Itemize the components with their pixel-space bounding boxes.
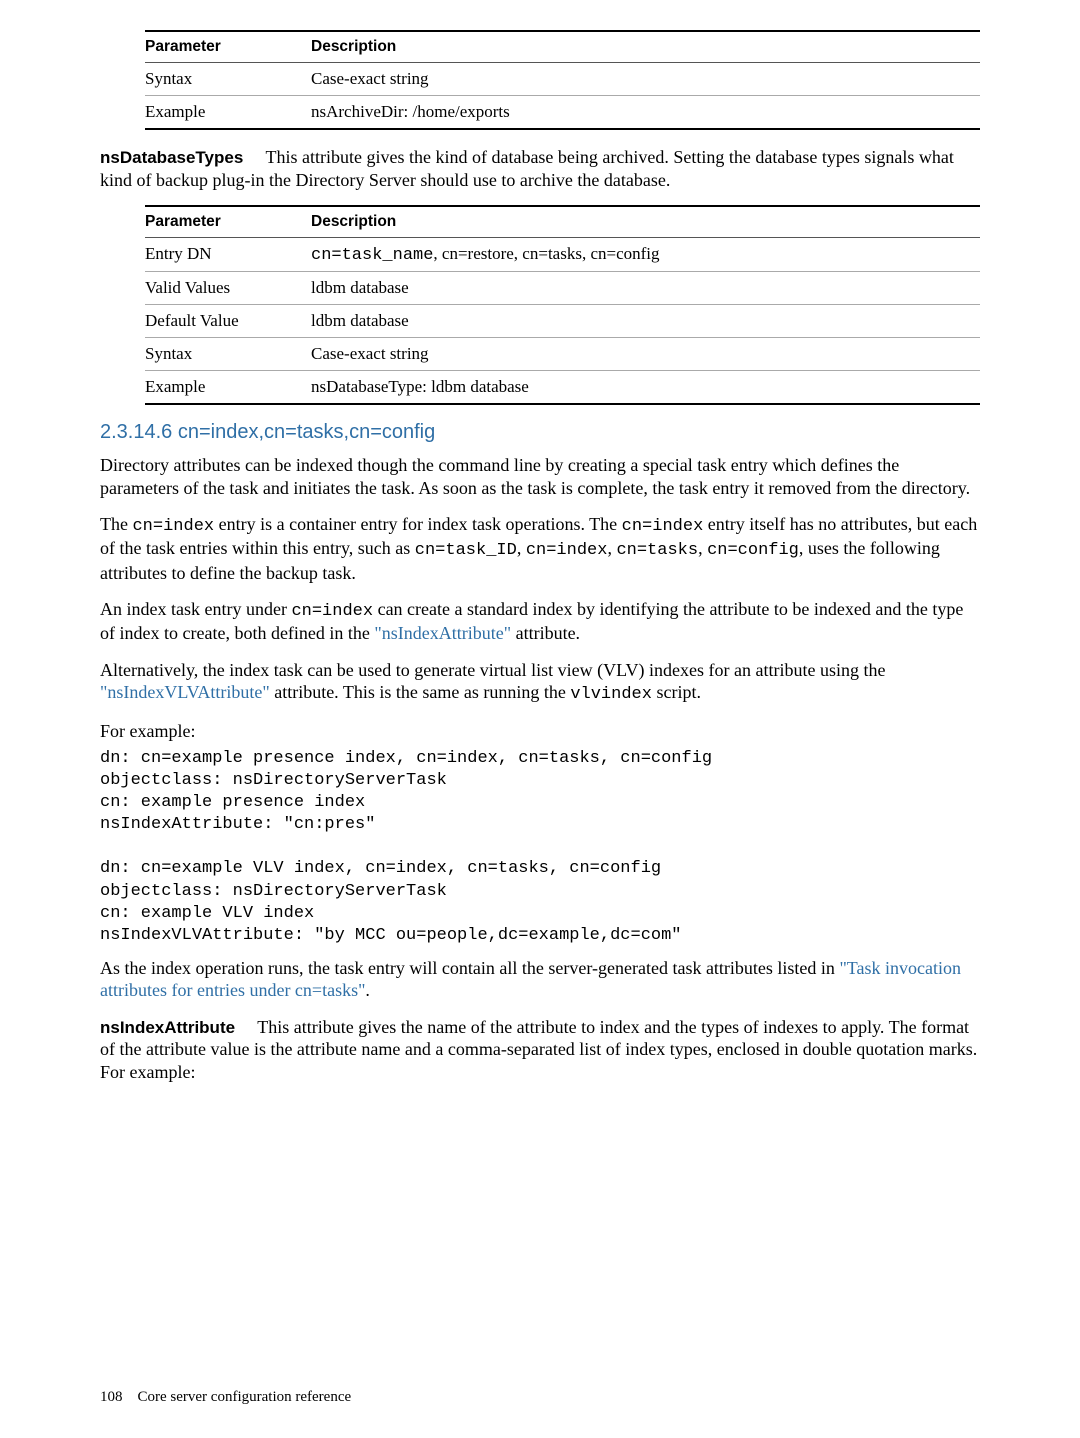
para-forexample: For example: (100, 720, 980, 743)
para-vlv: Alternatively, the index task can be use… (100, 659, 980, 706)
cell-desc: Case-exact string (311, 338, 980, 371)
table-nsarchivedir: Parameter Description Syntax Case-exact … (145, 30, 980, 130)
cell-desc: ldbm database (311, 272, 980, 305)
cell-desc: ldbm database (311, 305, 980, 338)
cell-param: Valid Values (145, 272, 311, 305)
cell-desc: Case-exact string (311, 63, 980, 96)
cell-desc: nsDatabaseType: ldbm database (311, 371, 980, 405)
inline-code: cn=index (291, 602, 373, 621)
table-row: Syntax Case-exact string (145, 63, 980, 96)
inline-code: cn=config (707, 541, 799, 560)
code-block-example: dn: cn=example presence index, cn=index,… (100, 748, 980, 947)
para-container-entry: The cn=index entry is a container entry … (100, 513, 980, 584)
inline-code: cn=index (622, 517, 704, 536)
cell-param: Example (145, 371, 311, 405)
section-number: 2.3.14.6 (100, 421, 172, 443)
nsdatabasetypes-para: nsDatabaseTypes This attribute gives the… (100, 146, 980, 191)
mono-text: cn=task_name (311, 246, 433, 265)
table-row: Example nsArchiveDir: /home/exports (145, 96, 980, 130)
table-row: Syntax Case-exact string (145, 338, 980, 371)
table-row: Entry DN cn=task_name, cn=restore, cn=ta… (145, 238, 980, 272)
table1-wrap: Parameter Description Syntax Case-exact … (145, 30, 980, 130)
table-row: Example nsDatabaseType: ldbm database (145, 371, 980, 405)
para-operation: As the index operation runs, the task en… (100, 957, 980, 1002)
th-parameter: Parameter (145, 31, 311, 63)
para-index-task: An index task entry under cn=index can c… (100, 598, 980, 645)
attr-title: nsIndexAttribute (100, 1018, 235, 1037)
table-row: Valid Values ldbm database (145, 272, 980, 305)
link-nsindexvlvattribute[interactable]: "nsIndexVLVAttribute" (100, 682, 270, 702)
cell-desc-post: , cn=restore, cn=tasks, cn=config (433, 244, 659, 263)
attr-title: nsDatabaseTypes (100, 148, 243, 167)
cell-desc: nsArchiveDir: /home/exports (311, 96, 980, 130)
table-nsdatabasetypes: Parameter Description Entry DN cn=task_n… (145, 205, 980, 405)
footer-title: Core server configuration reference (138, 1389, 352, 1405)
link-nsindexattribute[interactable]: "nsIndexAttribute" (374, 623, 511, 643)
section-title: cn=index,cn=tasks,cn=config (178, 421, 435, 443)
inline-code: cn=task_ID (415, 541, 517, 560)
cell-param: Default Value (145, 305, 311, 338)
section-heading: 2.3.14.6 cn=index,cn=tasks,cn=config (100, 421, 980, 444)
para-intro: Directory attributes can be indexed thou… (100, 454, 980, 499)
nsindexattribute-para: nsIndexAttribute This attribute gives th… (100, 1016, 980, 1084)
table2-wrap: Parameter Description Entry DN cn=task_n… (145, 205, 980, 405)
inline-code: cn=index (526, 541, 608, 560)
inline-code: vlvindex (570, 685, 652, 704)
page-content: Parameter Description Syntax Case-exact … (0, 0, 1080, 1137)
inline-code: cn=index (132, 517, 214, 536)
cell-param: Entry DN (145, 238, 311, 272)
table-row: Default Value ldbm database (145, 305, 980, 338)
th-parameter: Parameter (145, 206, 311, 238)
th-description: Description (311, 31, 980, 63)
cell-param: Example (145, 96, 311, 130)
cell-desc: cn=task_name, cn=restore, cn=tasks, cn=c… (311, 238, 980, 272)
inline-code: cn=tasks (616, 541, 698, 560)
cell-param: Syntax (145, 63, 311, 96)
page-footer: 108 Core server configuration reference (100, 1389, 351, 1406)
cell-param: Syntax (145, 338, 311, 371)
page-number: 108 (100, 1389, 123, 1405)
th-description: Description (311, 206, 980, 238)
